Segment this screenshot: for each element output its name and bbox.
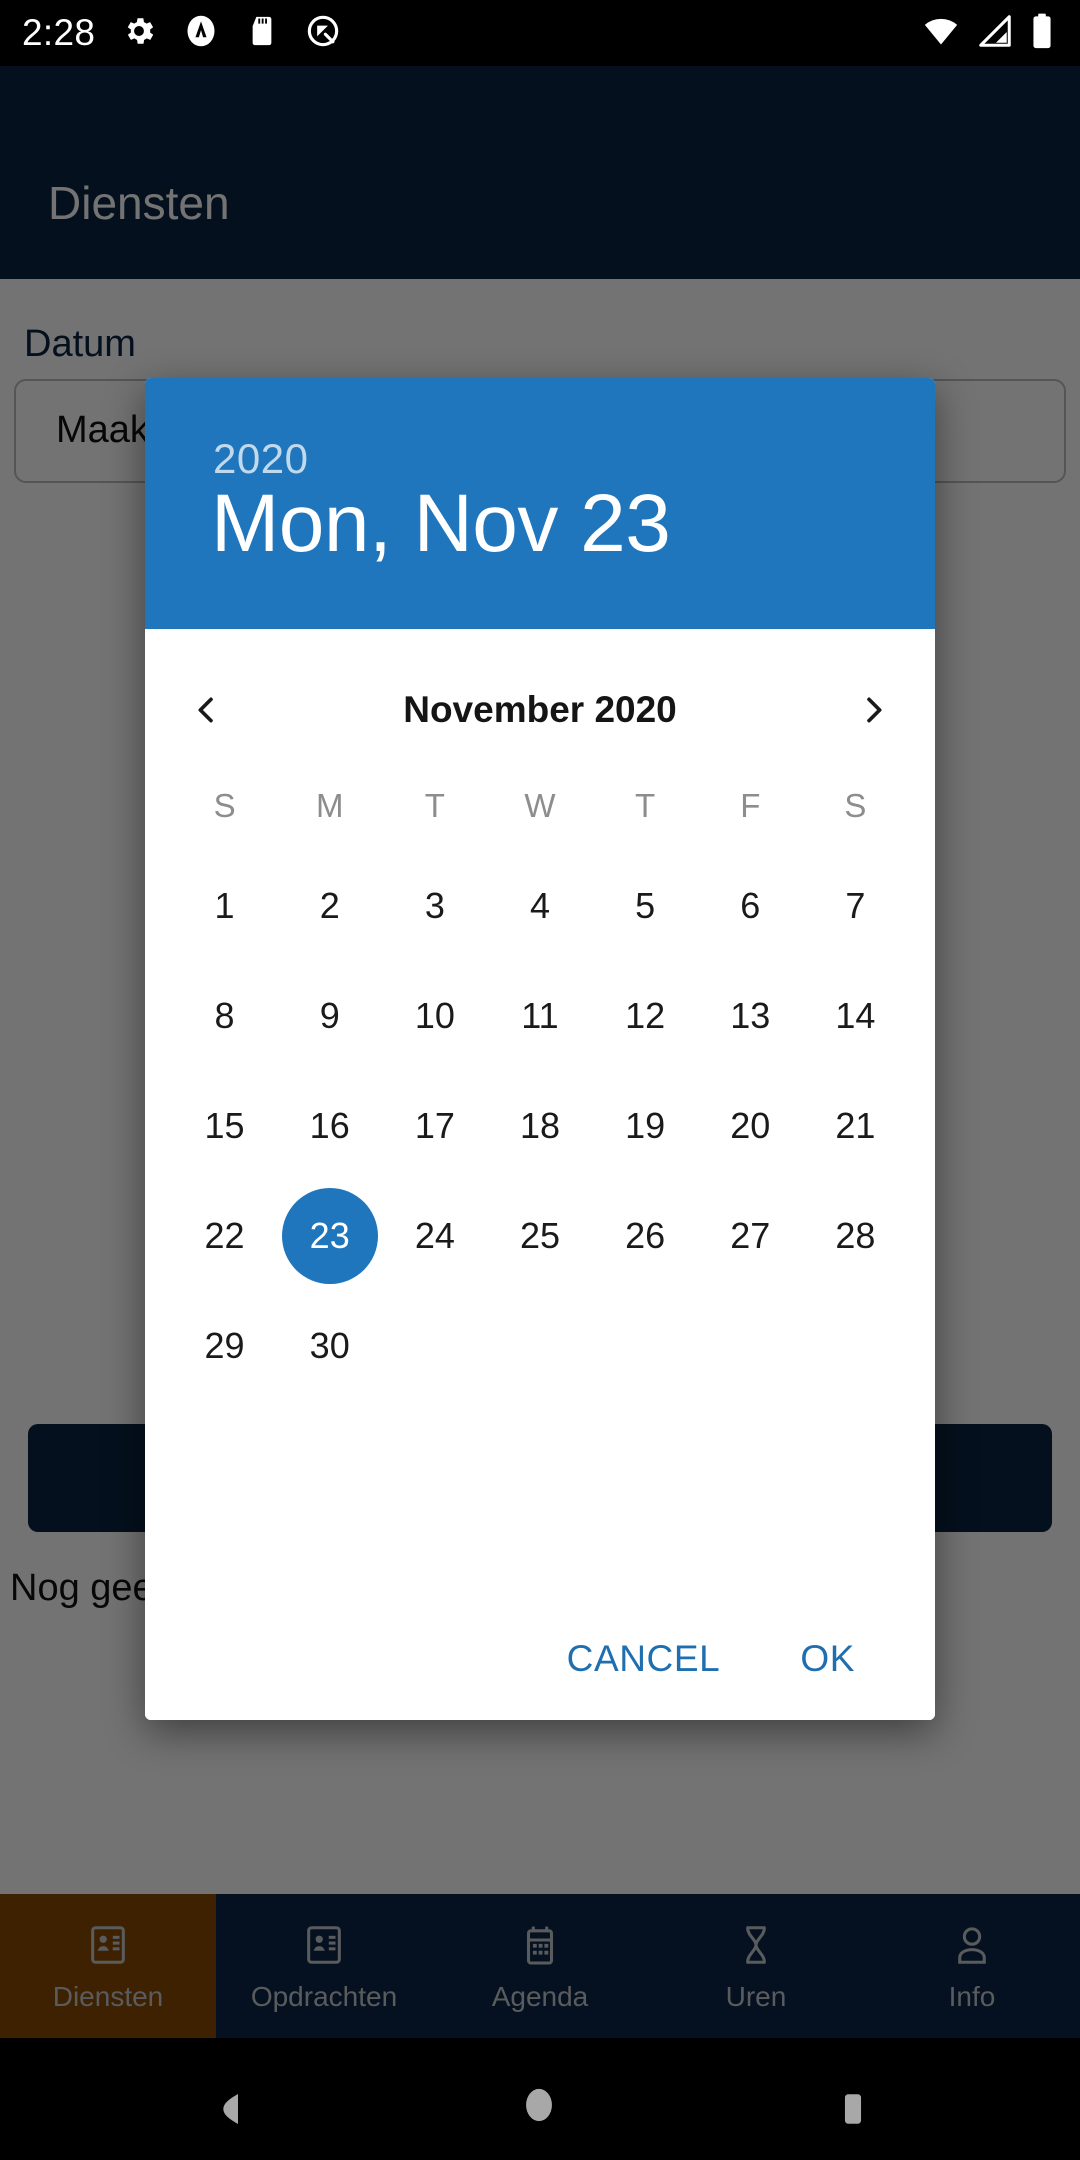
calendar-day-22[interactable]: 22 [172, 1181, 277, 1291]
calendar-day-11[interactable]: 11 [487, 961, 592, 1071]
calendar-day-9[interactable]: 9 [277, 961, 382, 1071]
calendar-day-label: 12 [625, 995, 666, 1036]
weekday-cell: T [635, 787, 656, 824]
status-clock: 2:28 [22, 12, 96, 53]
cell-signal-icon [976, 12, 1014, 55]
phone-screen: Diensten Datum Maak een keuze Nog geen d… [0, 0, 1080, 2160]
status-bar-left: 2:28 [0, 12, 341, 54]
month-year-label: November 2020 [403, 689, 677, 730]
calendar-day-label: 18 [519, 1105, 560, 1146]
calendar-day-26[interactable]: 26 [593, 1181, 698, 1291]
cancel-button[interactable]: CANCEL [551, 1620, 737, 1698]
calendar-day-label: 10 [414, 995, 455, 1036]
android-navigation-bar [0, 2038, 1080, 2160]
calendar-day-29[interactable]: 29 [172, 1291, 277, 1401]
calendar-day-label: 9 [319, 995, 340, 1036]
calendar-day-12[interactable]: 12 [593, 961, 698, 1071]
calendar-day-label: 15 [204, 1105, 245, 1146]
calendar-day-14[interactable]: 14 [803, 961, 908, 1071]
weekday-cell: W [524, 787, 556, 824]
calendar-day-label: 19 [625, 1105, 666, 1146]
calendar-day-label: 23 [281, 1188, 378, 1284]
weekday-cell: S [213, 787, 236, 824]
weekday-cell: M [315, 787, 344, 824]
calendar-day-27[interactable]: 27 [698, 1181, 803, 1291]
calendar-days-grid: 1 2 3 4 5 6 7 8 9 10 11 12 13 14 15 16 17 18 19 20 21 22 23 24 2… [172, 851, 908, 1401]
calendar-day-label: 5 [635, 885, 656, 926]
calendar-day-25[interactable]: 25 [487, 1181, 592, 1291]
android-studio-icon [183, 13, 219, 54]
calendar-day-21[interactable]: 21 [803, 1071, 908, 1181]
calendar-day-label: 1 [214, 885, 235, 926]
selected-date-headline[interactable]: Mon, Nov 23 [211, 483, 671, 565]
calendar-day-label: 24 [414, 1215, 455, 1256]
calendar-day-label: 14 [835, 995, 876, 1036]
calendar-day-18[interactable]: 18 [487, 1071, 592, 1181]
recents-icon[interactable] [832, 2088, 874, 2135]
dialog-action-row: CANCEL OK [145, 1620, 935, 1698]
calendar-day-8[interactable]: 8 [172, 961, 277, 1071]
calendar-day-label: 13 [730, 995, 771, 1036]
calendar-day-label: 29 [204, 1325, 245, 1366]
calendar-day-24[interactable]: 24 [382, 1181, 487, 1291]
battery-icon [1030, 12, 1054, 55]
calendar-day-7[interactable]: 7 [803, 851, 908, 961]
calendar-day-label: 17 [414, 1105, 455, 1146]
calendar-day-label: 30 [309, 1325, 350, 1366]
calendar-day-label: 8 [214, 995, 235, 1036]
calendar-day-label: 16 [309, 1105, 350, 1146]
calendar-day-17[interactable]: 17 [382, 1071, 487, 1181]
calendar-day-15[interactable]: 15 [172, 1071, 277, 1181]
calendar-day-label: 2 [319, 885, 340, 926]
month-navigation: November 2020 [145, 667, 935, 753]
weekday-cell: F [740, 787, 761, 824]
status-bar-right [922, 12, 1080, 55]
calendar-day-1[interactable]: 1 [172, 851, 277, 961]
weekday-header-row: SMTWTFS [172, 781, 908, 831]
calendar-day-3[interactable]: 3 [382, 851, 487, 961]
calendar-day-16[interactable]: 16 [277, 1071, 382, 1181]
calendar-day-label: 21 [835, 1105, 876, 1146]
calendar-day-label: 26 [625, 1215, 666, 1256]
calendar-day-label: 7 [845, 885, 866, 926]
date-picker-header: 2020 Mon, Nov 23 [145, 378, 935, 629]
calendar-day-label: 25 [519, 1215, 560, 1256]
calendar-day-label: 27 [730, 1215, 771, 1256]
date-picker-dialog: 2020 Mon, Nov 23 November 2020 S M T W T F S 1 [145, 378, 935, 1720]
home-icon[interactable] [518, 2084, 560, 2131]
calendar-day-13[interactable]: 13 [698, 961, 803, 1071]
ok-button[interactable]: OK [784, 1620, 871, 1698]
android-status-bar: 2:28 [0, 0, 1080, 66]
calendar-day-4[interactable]: 4 [487, 851, 592, 961]
calendar-day-label: 6 [740, 885, 761, 926]
gear-icon [121, 13, 157, 54]
calendar-day-label: 20 [730, 1105, 771, 1146]
calendar-day-6[interactable]: 6 [698, 851, 803, 961]
calendar-day-30[interactable]: 30 [277, 1291, 382, 1401]
selected-year[interactable]: 2020 [213, 435, 308, 483]
weekday-cell: S [844, 787, 867, 824]
calendar-day-20[interactable]: 20 [698, 1071, 803, 1181]
calendar-day-label: 4 [529, 885, 550, 926]
calendar-day-19[interactable]: 19 [593, 1071, 698, 1181]
back-icon[interactable] [210, 2088, 252, 2135]
calendar-day-label: 22 [204, 1215, 245, 1256]
wifi-icon [922, 12, 960, 55]
weekday-cell: T [424, 787, 445, 824]
android-q-icon [305, 13, 341, 54]
calendar-day-28[interactable]: 28 [803, 1181, 908, 1291]
calendar-day-5[interactable]: 5 [593, 851, 698, 961]
calendar-day-2[interactable]: 2 [277, 851, 382, 961]
calendar-day-23[interactable]: 23 [277, 1181, 382, 1291]
calendar-day-label: 28 [835, 1215, 876, 1256]
chevron-left-icon[interactable] [163, 667, 249, 753]
calendar-day-label: 3 [424, 885, 445, 926]
calendar-day-label: 11 [521, 995, 559, 1036]
calendar-day-10[interactable]: 10 [382, 961, 487, 1071]
calendar-body: November 2020 SMTWTFS 1 2 3 4 5 6 7 8 9 10 11 12 13 1… [145, 629, 935, 1720]
sd-card-icon [245, 14, 279, 53]
chevron-right-icon[interactable] [831, 667, 917, 753]
